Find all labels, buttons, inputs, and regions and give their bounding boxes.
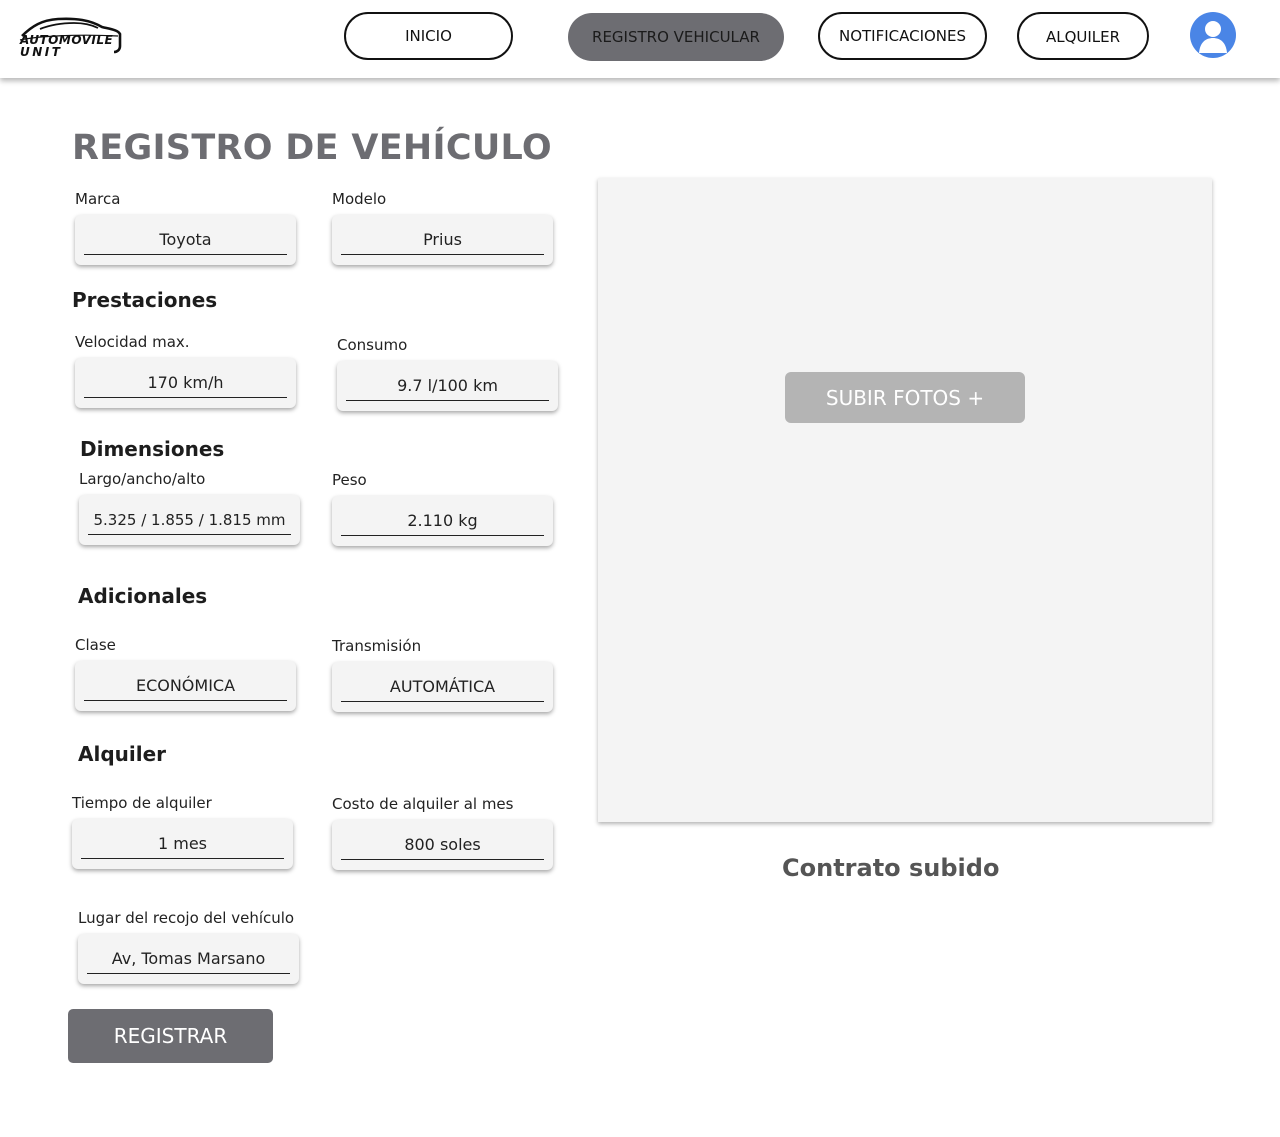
section-alquiler: Alquiler xyxy=(78,742,167,766)
top-navbar: AUTOMOVILE UNIT INICIO REGISTRO VEHICULA… xyxy=(0,0,1280,78)
modelo-label: Modelo xyxy=(332,190,387,208)
lugar-label: Lugar del recojo del vehículo xyxy=(78,909,295,927)
register-button[interactable]: REGISTRAR xyxy=(68,1009,273,1063)
automovile-unit-logo[interactable]: AUTOMOVILE UNIT xyxy=(18,16,124,64)
consumo-value: 9.7 l/100 km xyxy=(346,375,549,401)
dimensiones-value: 5.325 / 1.855 / 1.815 mm xyxy=(88,509,291,535)
marca-label: Marca xyxy=(75,190,121,208)
photo-upload-area[interactable] xyxy=(598,178,1212,822)
dimensiones-field[interactable]: 5.325 / 1.855 / 1.815 mm xyxy=(79,495,300,545)
velocidad-label: Velocidad max. xyxy=(75,333,190,351)
clase-value: ECONÓMICA xyxy=(84,675,287,701)
costo-value: 800 soles xyxy=(341,834,544,860)
lugar-value: Av, Tomas Marsano xyxy=(87,948,290,974)
consumo-label: Consumo xyxy=(337,336,408,354)
transmision-field[interactable]: AUTOMÁTICA xyxy=(332,662,553,712)
contract-status: Contrato subido xyxy=(782,854,1000,882)
user-avatar-icon[interactable] xyxy=(1190,12,1236,58)
section-adicionales: Adicionales xyxy=(78,584,208,608)
tiempo-field[interactable]: 1 mes xyxy=(72,819,293,869)
page-title: REGISTRO DE VEHÍCULO xyxy=(72,128,552,168)
clase-field[interactable]: ECONÓMICA xyxy=(75,661,296,711)
upload-photos-button[interactable]: SUBIR FOTOS + xyxy=(785,372,1025,423)
tiempo-label: Tiempo de alquiler xyxy=(72,794,212,812)
nav-registro-vehicular[interactable]: REGISTRO VEHICULAR xyxy=(568,13,784,61)
consumo-field[interactable]: 9.7 l/100 km xyxy=(337,361,558,411)
section-dimensiones: Dimensiones xyxy=(80,437,225,461)
peso-label: Peso xyxy=(332,471,367,489)
marca-field[interactable]: Toyota xyxy=(75,215,296,265)
logo-text: AUTOMOVILE UNIT xyxy=(20,33,114,59)
peso-field[interactable]: 2.110 kg xyxy=(332,496,553,546)
nav-inicio[interactable]: INICIO xyxy=(344,12,513,60)
peso-value: 2.110 kg xyxy=(341,510,544,536)
modelo-field[interactable]: Prius xyxy=(332,215,553,265)
marca-value: Toyota xyxy=(84,229,287,255)
lugar-field[interactable]: Av, Tomas Marsano xyxy=(78,934,299,984)
nav-alquiler[interactable]: ALQUILER xyxy=(1017,12,1149,60)
velocidad-value: 170 km/h xyxy=(84,372,287,398)
dimensiones-label: Largo/ancho/alto xyxy=(79,470,206,488)
costo-label: Costo de alquiler al mes xyxy=(332,795,514,813)
section-prestaciones: Prestaciones xyxy=(72,288,218,312)
tiempo-value: 1 mes xyxy=(81,833,284,859)
clase-label: Clase xyxy=(75,636,116,654)
modelo-value: Prius xyxy=(341,229,544,255)
transmision-label: Transmisión xyxy=(332,637,422,655)
costo-field[interactable]: 800 soles xyxy=(332,820,553,870)
transmision-value: AUTOMÁTICA xyxy=(341,676,544,702)
nav-notificaciones[interactable]: NOTIFICACIONES xyxy=(818,12,987,60)
velocidad-field[interactable]: 170 km/h xyxy=(75,358,296,408)
